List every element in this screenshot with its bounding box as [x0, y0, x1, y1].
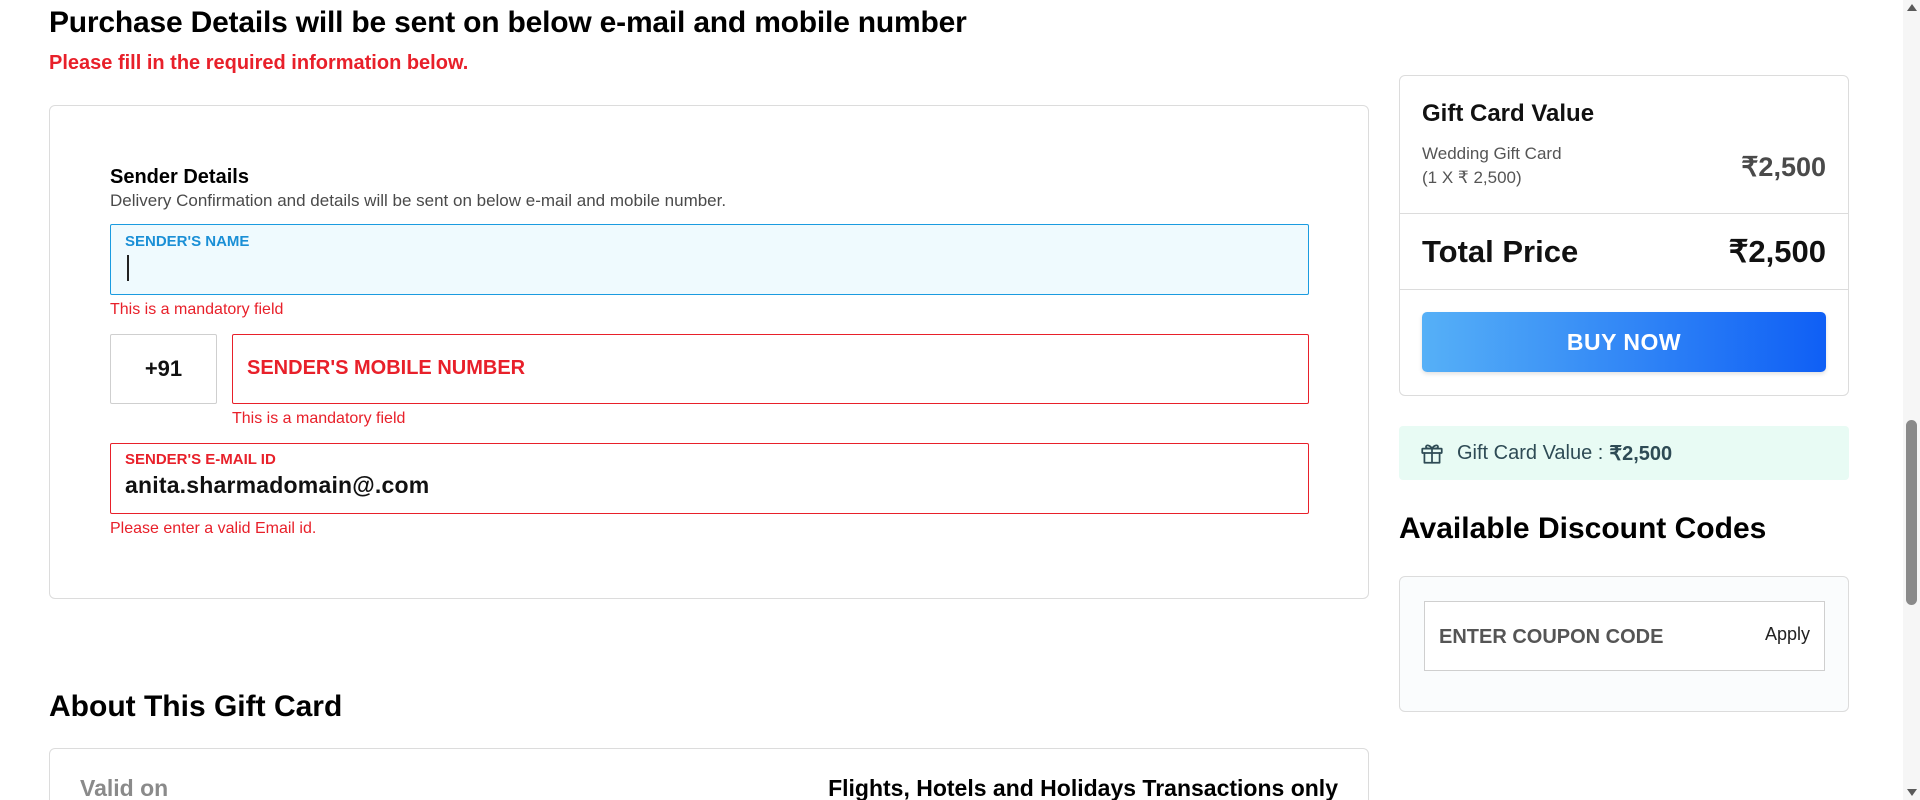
total-price-label: Total Price: [1422, 234, 1579, 269]
gift-card-value-banner: Gift Card Value : ₹2,500: [1399, 426, 1849, 480]
sender-mobile-label: SENDER'S MOBILE NUMBER: [247, 357, 526, 379]
coupon-code-placeholder: ENTER COUPON CODE: [1439, 626, 1664, 648]
country-code-select[interactable]: +91: [110, 334, 217, 404]
sender-details-description: Delivery Confirmation and details will b…: [110, 191, 727, 210]
page-subtitle: Please fill in the required information …: [49, 52, 469, 74]
sender-details-heading: Sender Details: [110, 166, 249, 188]
about-gift-card-title: About This Gift Card: [49, 690, 343, 723]
divider: [1400, 213, 1848, 214]
sender-mobile-input[interactable]: SENDER'S MOBILE NUMBER: [232, 334, 1309, 404]
page-title: Purchase Details will be sent on below e…: [49, 6, 967, 39]
gift-card-banner-value: ₹2,500: [1609, 442, 1673, 465]
sender-name-error: This is a mandatory field: [110, 301, 284, 318]
scroll-up-arrow-icon[interactable]: [1907, 4, 1917, 11]
discount-codes-card: ENTER COUPON CODE Apply: [1399, 576, 1849, 712]
order-summary-card: Gift Card Value Wedding Gift Card (1 X ₹…: [1399, 75, 1849, 396]
scrollbar-thumb[interactable]: [1906, 420, 1917, 605]
buy-now-button[interactable]: BUY NOW: [1422, 312, 1826, 372]
sender-email-value: anita.sharmadomain@.com: [125, 472, 430, 498]
apply-coupon-button[interactable]: Apply: [1765, 624, 1810, 645]
sender-details-card: Sender Details Delivery Confirmation and…: [49, 105, 1369, 599]
sender-email-error: Please enter a valid Email id.: [110, 520, 317, 537]
gift-icon: [1419, 440, 1445, 466]
text-cursor: [127, 255, 129, 281]
gift-card-banner-label: Gift Card Value :: [1457, 441, 1604, 464]
gift-card-item-price: ₹2,500: [1741, 152, 1826, 182]
sender-name-label: SENDER'S NAME: [125, 233, 250, 250]
total-price-value: ₹2,500: [1728, 234, 1826, 269]
valid-on-card: Valid on Flights, Hotels and Holidays Tr…: [49, 748, 1369, 800]
sender-mobile-error: This is a mandatory field: [232, 410, 406, 427]
gift-card-item-name: Wedding Gift Card: [1422, 144, 1562, 163]
vertical-scrollbar[interactable]: [1903, 0, 1920, 800]
sender-name-input[interactable]: SENDER'S NAME: [110, 224, 1309, 295]
gift-card-value-title: Gift Card Value: [1422, 100, 1595, 127]
divider: [1400, 289, 1848, 290]
valid-on-value: Flights, Hotels and Holidays Transaction…: [828, 775, 1338, 800]
gift-card-item-quantity: (1 X ₹ 2,500): [1422, 168, 1522, 187]
sender-email-label: SENDER'S E-MAIL ID: [125, 451, 276, 468]
coupon-code-input[interactable]: ENTER COUPON CODE Apply: [1424, 601, 1825, 671]
sender-email-input[interactable]: SENDER'S E-MAIL ID anita.sharmadomain@.c…: [110, 443, 1309, 514]
available-discount-codes-title: Available Discount Codes: [1399, 512, 1767, 545]
valid-on-label: Valid on: [80, 775, 169, 800]
scroll-down-arrow-icon[interactable]: [1907, 789, 1917, 796]
